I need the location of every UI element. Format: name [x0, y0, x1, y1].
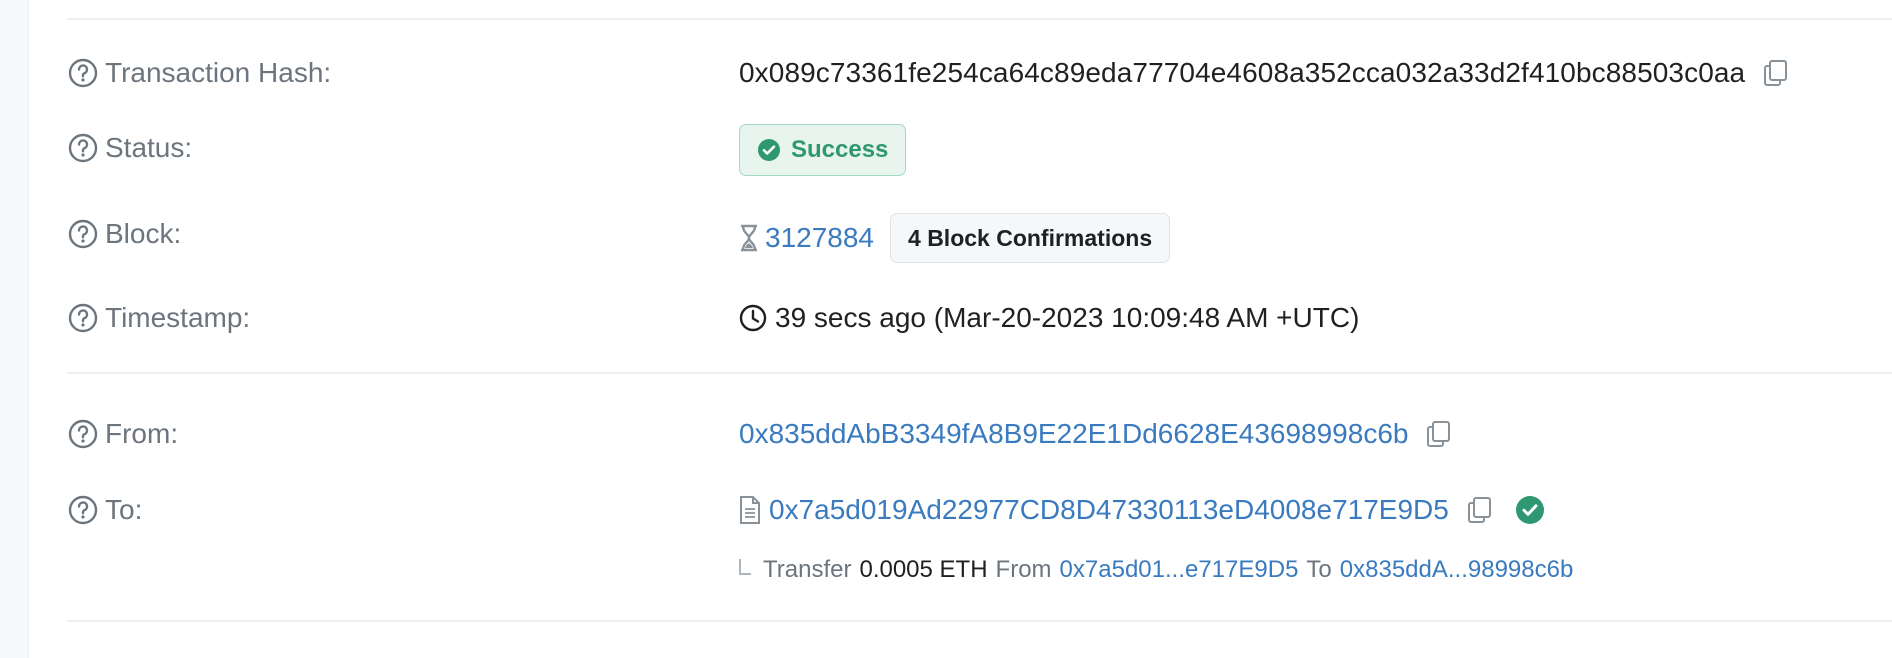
help-circle-icon[interactable]	[67, 218, 99, 250]
status-label-row: Status:	[67, 128, 192, 168]
block-label-row: Block:	[67, 214, 181, 254]
to-label: To:	[105, 494, 143, 525]
internal-transfer-row: Transfer 0.0005 ETH From 0x7a5d01...e717…	[739, 550, 1573, 590]
hourglass-icon	[739, 224, 759, 252]
copy-icon[interactable]	[1424, 419, 1454, 449]
block-row: 3127884 4 Block Confirmations	[739, 213, 1171, 263]
transaction-hash-label-row: Transaction Hash:	[67, 53, 331, 93]
timestamp-row: 39 secs ago (Mar-20-2023 10:09:48 AM +UT…	[739, 296, 1359, 340]
block-label: Block:	[105, 218, 182, 249]
transaction-hash-row: 0x089c73361fe254ca64c89eda77704e4608a352…	[739, 51, 1791, 95]
to-address-link[interactable]: 0x7a5d019Ad22977CD8D47330113eD4008e717E9…	[769, 494, 1449, 526]
status-row: Success	[739, 124, 907, 176]
help-circle-icon[interactable]	[67, 418, 99, 450]
from-address-link[interactable]: 0x835ddAbB3349fA8B9E22E1Dd6628E43698998c…	[739, 418, 1408, 450]
transfer-amount: 0.0005 ETH	[859, 556, 988, 583]
transaction-details-page: Transaction Hash: 0x089c73361fe254ca64c8…	[0, 0, 1892, 658]
status-label: Status:	[105, 132, 193, 163]
help-circle-icon[interactable]	[67, 494, 99, 526]
to-row: 0x7a5d019Ad22977CD8D47330113eD4008e717E9…	[739, 488, 1545, 532]
tree-corner-icon	[739, 559, 751, 575]
status-value: Success	[791, 136, 889, 163]
from-label-row: From:	[67, 414, 178, 454]
copy-icon[interactable]	[1761, 58, 1791, 88]
bottom-divider	[67, 620, 1892, 622]
middle-divider	[67, 372, 1892, 374]
verified-check-icon	[1515, 495, 1545, 525]
transfer-to-word: To	[1306, 556, 1332, 583]
block-confirmations-badge: 4 Block Confirmations	[890, 213, 1171, 263]
from-row: 0x835ddAbB3349fA8B9E22E1Dd6628E43698998c…	[739, 412, 1454, 456]
transfer-word: Transfer	[763, 556, 852, 583]
timestamp-label-row: Timestamp:	[67, 298, 250, 338]
help-circle-icon[interactable]	[67, 57, 99, 89]
timestamp-value: 39 secs ago (Mar-20-2023 10:09:48 AM +UT…	[775, 302, 1360, 333]
transfer-from-address-link[interactable]: 0x7a5d01...e717E9D5	[1060, 556, 1299, 584]
transaction-hash-value: 0x089c73361fe254ca64c89eda77704e4608a352…	[739, 57, 1746, 88]
from-label: From:	[105, 418, 179, 449]
contract-file-icon	[739, 495, 761, 525]
status-badge: Success	[739, 124, 907, 176]
clock-icon	[739, 304, 767, 332]
to-label-row: To:	[67, 490, 142, 530]
transaction-hash-label: Transaction Hash:	[105, 57, 332, 88]
left-sidebar-strip	[0, 0, 29, 658]
transfer-to-address-link[interactable]: 0x835ddA...98998c6b	[1340, 556, 1574, 584]
top-divider	[67, 18, 1892, 20]
copy-icon[interactable]	[1465, 495, 1495, 525]
transfer-from-word: From	[995, 556, 1052, 583]
timestamp-label: Timestamp:	[105, 302, 251, 333]
block-number-link[interactable]: 3127884	[765, 222, 874, 254]
help-circle-icon[interactable]	[67, 302, 99, 334]
help-circle-icon[interactable]	[67, 132, 99, 164]
check-circle-icon	[757, 138, 781, 162]
